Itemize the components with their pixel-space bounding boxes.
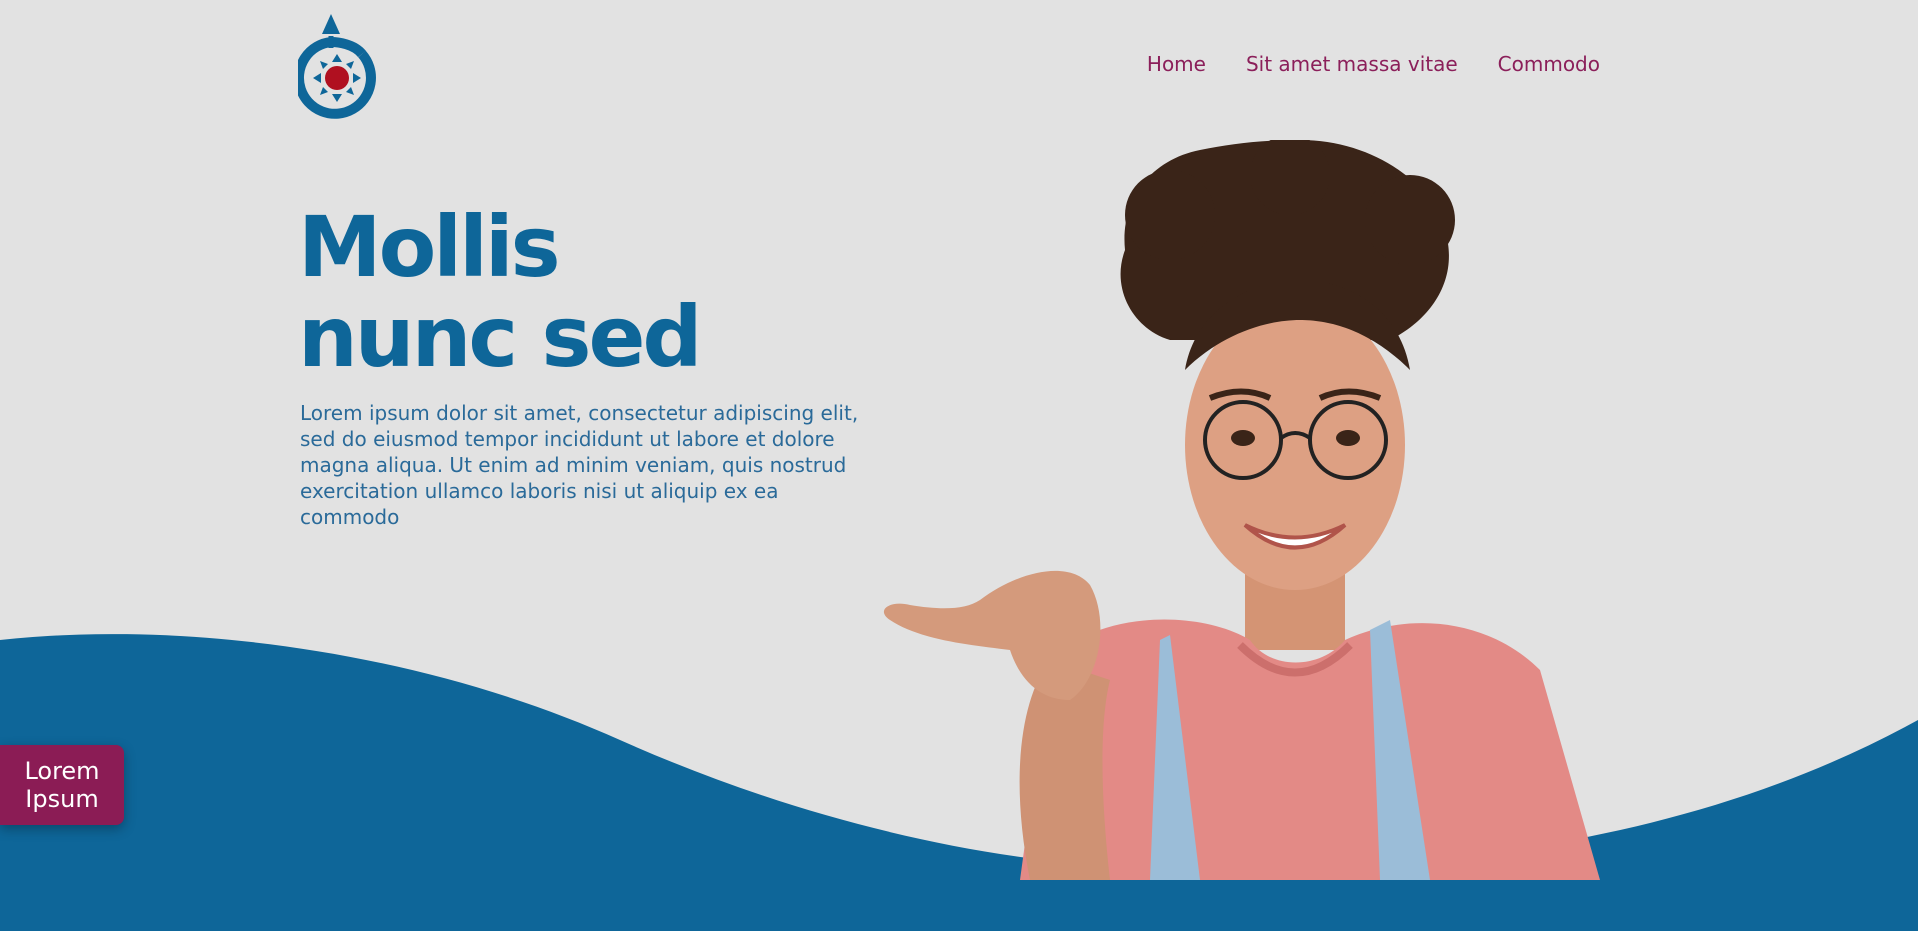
woman-pointing-photo: [883, 140, 1600, 880]
badge-line2: Ipsum: [25, 785, 99, 813]
badge-line1: Lorem: [24, 757, 100, 785]
lorem-ipsum-badge[interactable]: Lorem Ipsum: [0, 745, 124, 825]
